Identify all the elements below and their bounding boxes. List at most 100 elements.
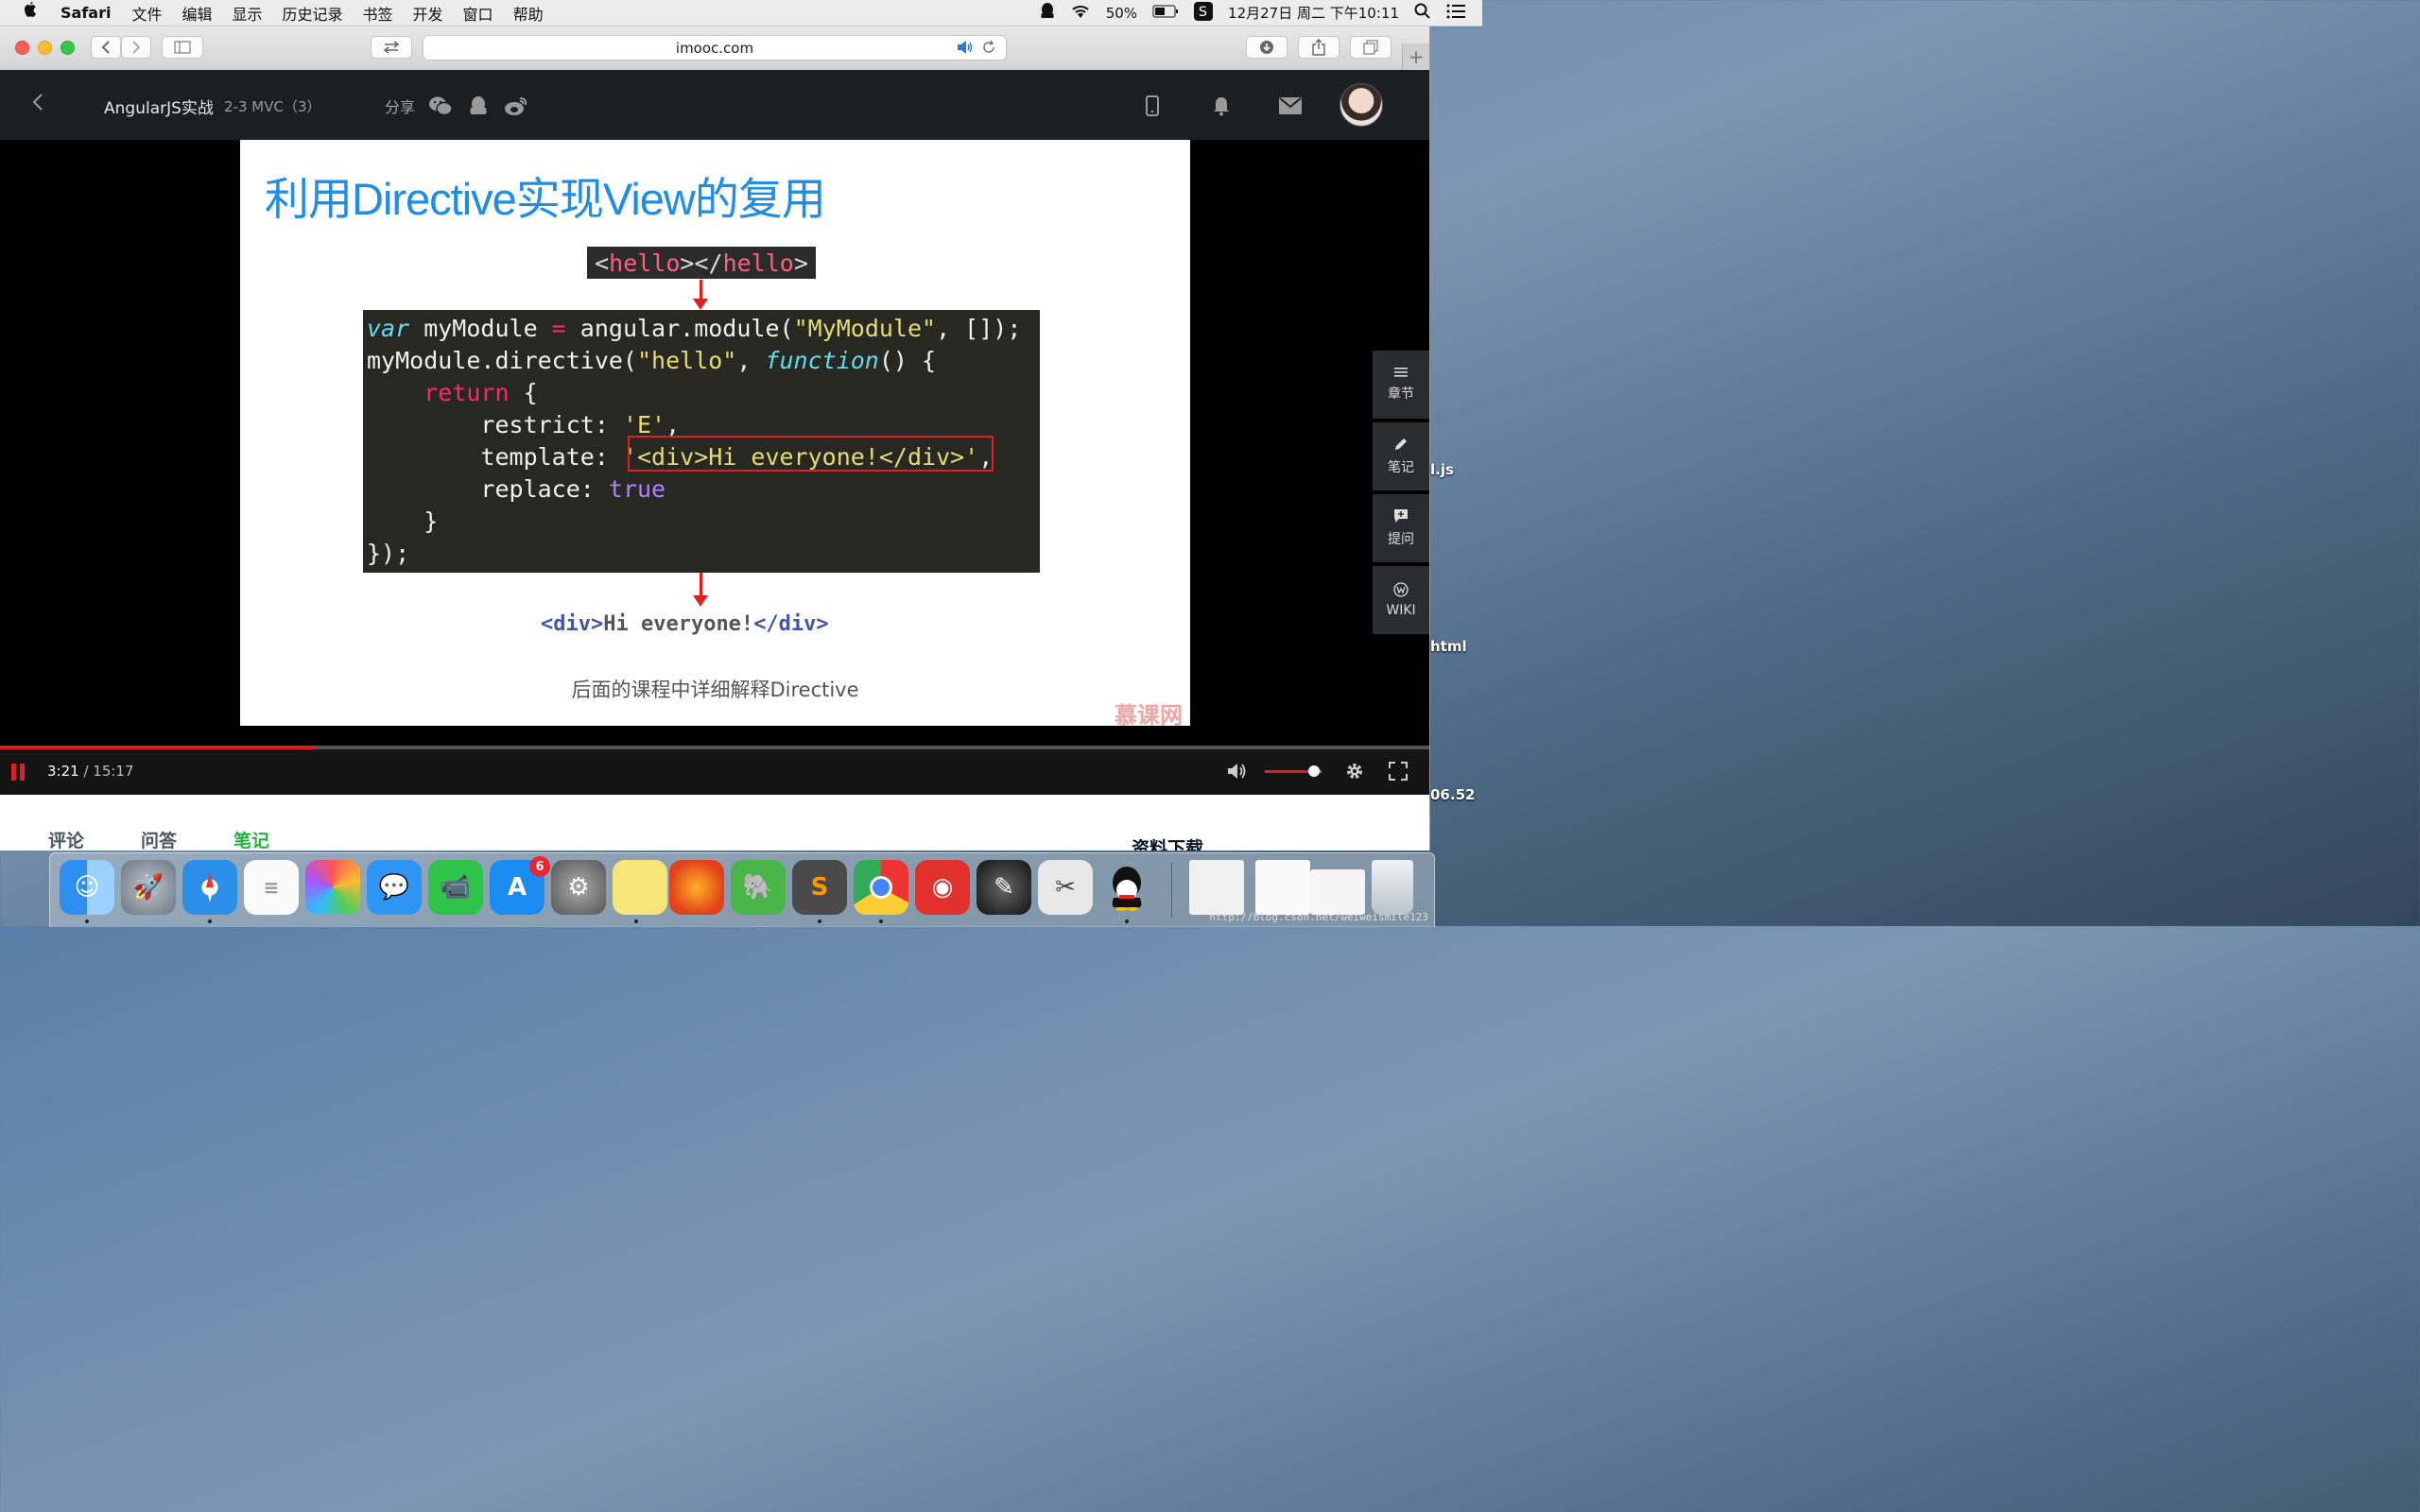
wechat-icon[interactable] [428,95,453,116]
downloads-stack-icon[interactable] [1310,869,1365,915]
evernote-icon[interactable]: 🐘 [731,860,786,915]
tab-comments[interactable]: 评论 [48,827,84,850]
menu-bookmarks[interactable]: 书签 [363,2,393,25]
safari-icon[interactable] [182,860,237,915]
sidebar-toggle-button[interactable] [162,36,203,59]
notification-center-icon[interactable] [1446,4,1465,23]
document-thumbnail-icon[interactable] [1255,860,1310,915]
menubar-clock[interactable]: 12月27日 周二 下午10:11 [1228,3,1399,23]
course-title[interactable]: AngularJS实战 [104,94,214,118]
minimize-window-button[interactable] [38,41,52,55]
menu-history[interactable]: 历史记录 [283,2,343,25]
photos-icon[interactable] [305,860,360,915]
running-indicator [208,919,212,923]
total-time: 15:17 [93,763,134,780]
speaker-playing-icon[interactable] [957,40,974,55]
time-separator: / [78,763,94,780]
reminders-icon[interactable]: ≡ [244,860,299,915]
menu-app-name[interactable]: Safari [60,4,111,22]
user-avatar[interactable] [1340,83,1383,127]
mobile-icon[interactable] [1140,94,1165,118]
volume-icon[interactable] [1226,760,1249,782]
wifi-icon[interactable] [1070,4,1091,23]
player-controls: 3:21 / 15:17 [0,746,1429,795]
back-chevron-icon[interactable] [32,93,43,117]
tab-notes[interactable]: 笔记 [233,827,269,850]
trash-icon[interactable] [1372,860,1413,915]
qq-icon[interactable] [1099,860,1154,915]
share-button[interactable] [1298,36,1340,59]
menu-help[interactable]: 帮助 [513,2,544,25]
menu-window[interactable]: 窗口 [463,2,493,25]
qq-status-icon[interactable] [1040,2,1055,25]
chapters-button[interactable]: 章节 [1373,351,1429,419]
pause-icon[interactable] [11,764,25,781]
code-line: } [424,507,439,535]
fullscreen-icon[interactable] [1387,760,1409,782]
weibo-icon[interactable] [504,95,528,116]
tab-qa[interactable]: 问答 [141,827,177,850]
code-line: return { [424,379,538,406]
wiki-button[interactable]: WIKI [1373,566,1429,634]
video-player[interactable]: 利用Directive实现View的复用 < hello ></hello > var… [0,140,1429,749]
sublime-text-icon[interactable]: S [792,860,847,915]
menu-edit[interactable]: 编辑 [182,2,212,25]
menu-develop[interactable]: 开发 [413,2,443,25]
back-button[interactable] [91,36,121,59]
apple-menu-icon[interactable] [23,2,42,24]
spotlight-search-icon[interactable] [1414,3,1431,24]
volume-knob[interactable] [1308,765,1320,777]
document-thumbnail-icon[interactable] [1189,860,1244,915]
playback-time: 3:21 / 15:17 [47,763,134,780]
qq-share-icon[interactable] [466,95,491,116]
progress-bar[interactable] [0,746,315,749]
show-all-tabs-button[interactable] [1350,36,1392,59]
stickies-icon[interactable] [613,860,667,915]
new-tab-button[interactable]: + [1402,43,1429,70]
downloads-heading[interactable]: 资料下载 [1132,834,1203,850]
messages-icon[interactable]: 💬 [367,860,422,915]
netease-music-icon[interactable]: ◉ [915,860,970,915]
digital-color-meter-icon[interactable]: ✎ [977,860,1031,915]
chrome-icon[interactable] [854,860,908,915]
firefox-icon[interactable] [669,860,724,915]
down-arrow-icon [693,280,708,310]
close-window-button[interactable] [15,41,29,55]
notes-button[interactable]: 笔记 [1373,422,1429,490]
tab-switch-button[interactable] [371,36,412,59]
menu-file[interactable]: 文件 [131,2,162,25]
appstore-badge: 6 [529,856,550,877]
launchpad-icon[interactable]: 🚀 [121,860,176,915]
finder-icon[interactable]: ☺ [60,860,114,915]
reload-icon[interactable] [981,40,996,55]
slide-note: 后面的课程中详细解释Directive [571,679,859,701]
notes-label: 笔记 [1388,460,1414,475]
bell-icon[interactable] [1209,94,1234,118]
ask-label: 提问 [1388,532,1414,547]
system-preferences-icon[interactable]: ⚙ [551,860,606,915]
menu-view[interactable]: 显示 [232,2,262,25]
sogou-input-icon[interactable]: S [1194,1,1214,25]
download-icon [1260,41,1273,54]
mail-icon[interactable] [1278,94,1303,118]
forward-button[interactable] [121,36,151,59]
pencil-icon [1395,438,1407,450]
running-indicator [85,919,89,923]
fullscreen-window-button[interactable] [60,41,75,55]
desktop-file-label[interactable]: l.js [1430,461,1454,478]
settings-gear-icon[interactable] [1343,760,1366,782]
desktop-file-label[interactable]: html [1430,638,1467,655]
ask-button[interactable]: 提问 [1373,494,1429,562]
current-time: 3:21 [47,763,79,780]
wiki-icon [1393,582,1409,597]
desktop-file-label[interactable]: 06.52 [1430,786,1475,803]
volume-level[interactable] [1265,770,1314,773]
battery-icon[interactable] [1152,5,1179,22]
code-line: var myModule = angular.module("MyModule"… [367,315,1022,342]
grab-scissors-icon[interactable]: ✂ [1038,860,1093,915]
facetime-icon[interactable]: 📹 [428,860,483,915]
downloads-button[interactable] [1246,36,1288,59]
code-line: }); [367,540,410,567]
appstore-icon[interactable]: A6 [490,856,550,915]
address-bar[interactable]: imooc.com [423,35,1007,60]
